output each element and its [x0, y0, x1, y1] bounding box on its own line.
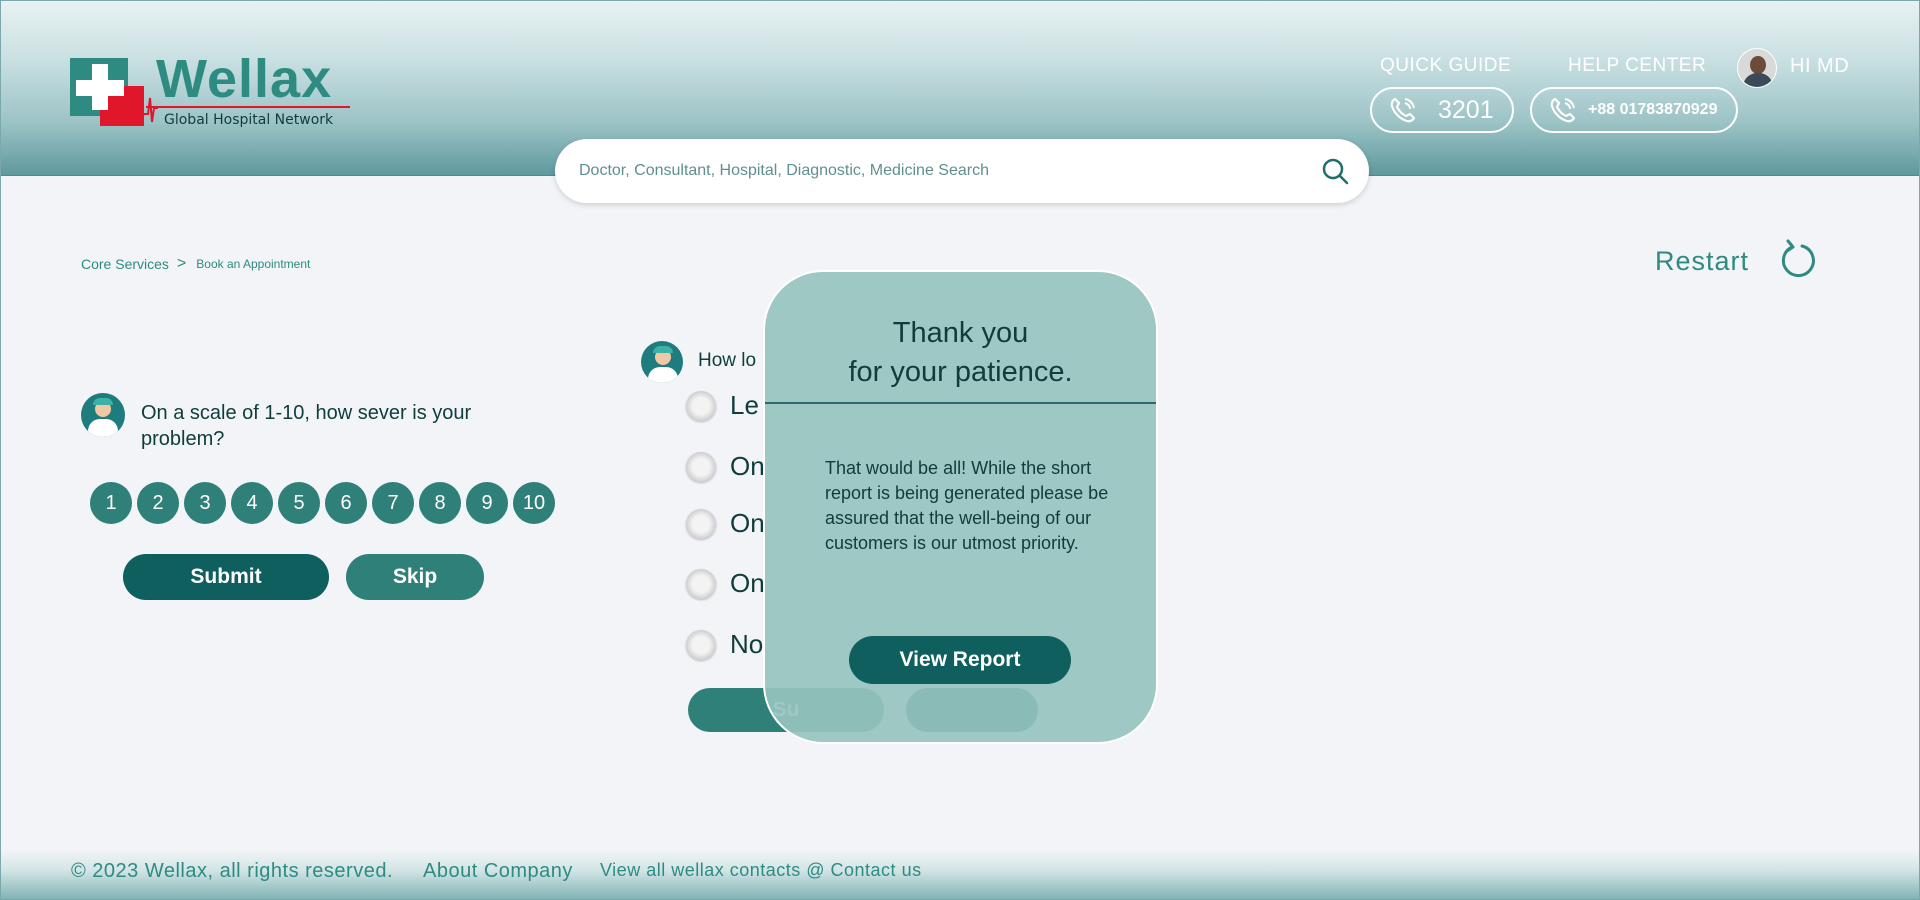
scale-option-2[interactable]: 2	[137, 482, 179, 524]
doctor-cap	[653, 346, 673, 353]
footer-copyright: © 2023 Wellax, all rights reserved.	[71, 860, 394, 882]
duration-radio-3[interactable]	[686, 509, 716, 539]
scale-option-9[interactable]: 9	[466, 482, 508, 524]
doctor-avatar-icon	[641, 341, 683, 383]
avatar-head	[1750, 56, 1766, 74]
scale-option-4[interactable]: 4	[231, 482, 273, 524]
duration-option-5[interactable]: No	[730, 629, 763, 660]
search-bar	[555, 139, 1369, 203]
modal-title-line2: for your patience.	[848, 356, 1073, 388]
duration-option-3[interactable]: On	[730, 508, 765, 539]
modal-divider	[765, 402, 1156, 404]
breadcrumb: Core Services > Book an Appointment	[81, 255, 310, 273]
phone-icon	[1550, 97, 1576, 123]
duration-option-4[interactable]: On	[730, 568, 765, 599]
thank-you-modal: Thank you for your patience. That would …	[763, 270, 1158, 744]
avatar-body	[1743, 73, 1773, 87]
doctor-coat	[648, 367, 678, 383]
quick-guide-call-button[interactable]: 3201	[1370, 87, 1514, 133]
doctor-avatar-icon	[81, 393, 125, 437]
modal-title: Thank you for your patience.	[765, 314, 1156, 392]
doctor-coat	[88, 419, 118, 437]
wellax-logo[interactable]: Wellax Global Hospital Network	[70, 49, 350, 132]
breadcrumb-core-services[interactable]: Core Services	[81, 256, 169, 272]
view-report-button[interactable]: View Report	[849, 636, 1071, 684]
scale-option-1[interactable]: 1	[90, 482, 132, 524]
duration-radio-1[interactable]	[686, 391, 716, 421]
footer-contact-link[interactable]: View all wellax contacts @ Contact us	[600, 860, 922, 881]
submit-button[interactable]: Submit	[123, 554, 329, 600]
help-center-call-button[interactable]: +88 01783870929	[1530, 87, 1738, 133]
breadcrumb-book-appointment[interactable]: Book an Appointment	[196, 257, 310, 271]
duration-question: How lo	[698, 350, 757, 371]
severity-scale: 1 2 3 4 5 6 7 8 9 10	[90, 482, 555, 524]
footer-about-link[interactable]: About Company	[423, 860, 573, 883]
user-avatar[interactable]	[1737, 48, 1777, 88]
duration-radio-4[interactable]	[686, 569, 716, 599]
breadcrumb-separator: >	[176, 255, 187, 272]
phone-icon	[1390, 97, 1416, 123]
duration-option-1[interactable]: Le	[730, 390, 759, 421]
doctor-cap	[93, 398, 113, 405]
scale-option-7[interactable]: 7	[372, 482, 414, 524]
duration-option-2[interactable]: On	[730, 451, 765, 482]
logo-underline	[146, 106, 350, 108]
restart-icon[interactable]	[1776, 238, 1820, 282]
pulse-icon	[144, 97, 158, 123]
quick-guide-number: 3201	[1438, 95, 1494, 124]
brand-tagline: Global Hospital Network	[164, 112, 334, 128]
scale-option-8[interactable]: 8	[419, 482, 461, 524]
help-center-label: HELP CENTER	[1568, 55, 1707, 76]
help-center-number: +88 01783870929	[1588, 101, 1718, 118]
modal-title-line1: Thank you	[892, 317, 1029, 349]
duration-radio-5[interactable]	[686, 630, 716, 660]
restart-label[interactable]: Restart	[1655, 246, 1749, 277]
scale-option-5[interactable]: 5	[278, 482, 320, 524]
logo-cross-horizontal	[76, 80, 124, 96]
brand-name: Wellax	[156, 49, 333, 109]
user-greeting[interactable]: HI MD	[1790, 55, 1849, 78]
modal-message: That would be all! While the short repor…	[825, 458, 1109, 553]
search-input[interactable]	[579, 155, 1279, 187]
scale-option-6[interactable]: 6	[325, 482, 367, 524]
skip-button[interactable]: Skip	[346, 554, 484, 600]
duration-radio-2[interactable]	[686, 452, 716, 482]
scale-option-3[interactable]: 3	[184, 482, 226, 524]
severity-question: On a scale of 1-10, how sever is your pr…	[141, 402, 472, 450]
quick-guide-label: QUICK GUIDE	[1380, 55, 1512, 76]
scale-option-10[interactable]: 10	[513, 482, 555, 524]
search-icon[interactable]	[1320, 156, 1350, 186]
